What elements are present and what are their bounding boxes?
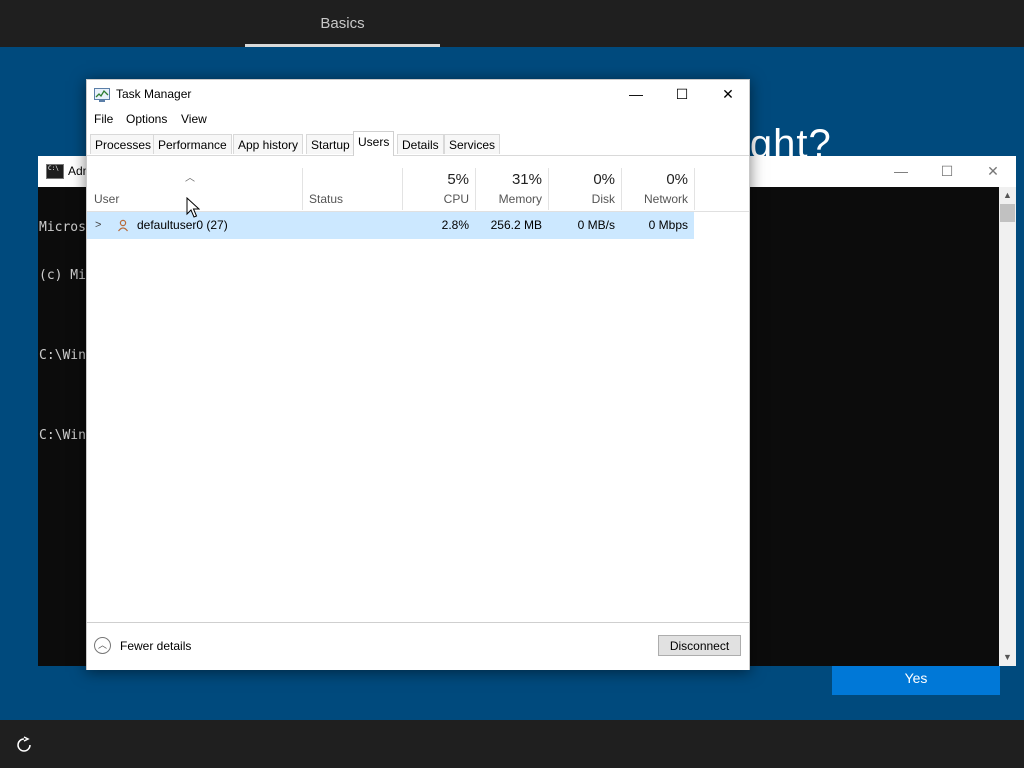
maximize-button[interactable]: ☐ <box>659 80 705 109</box>
oobe-bottom-bar <box>0 720 1024 768</box>
console-scrollbar[interactable] <box>999 187 1016 666</box>
accessibility-icon[interactable] <box>14 734 34 754</box>
scroll-down-arrow-icon[interactable]: ▼ <box>999 649 1016 666</box>
mouse-cursor-icon <box>186 197 200 218</box>
oobe-top-bar: Basics <box>0 0 1024 47</box>
tab-basics[interactable]: Basics <box>245 0 440 47</box>
column-divider[interactable] <box>694 168 695 210</box>
console-maximize-button[interactable]: ☐ <box>924 156 970 187</box>
column-divider[interactable] <box>548 168 549 210</box>
tab-startup[interactable]: Startup <box>306 134 355 154</box>
column-divider[interactable] <box>621 168 622 210</box>
row-disk: 0 MB/s <box>577 218 615 232</box>
memory-percent[interactable]: 31% <box>479 171 542 188</box>
task-manager-footer: ︿ Fewer details Disconnect <box>87 622 749 670</box>
disconnect-button[interactable]: Disconnect <box>658 635 741 656</box>
chevron-right-icon[interactable]: > <box>95 219 101 231</box>
column-cpu[interactable]: CPU <box>407 192 469 206</box>
column-memory[interactable]: Memory <box>479 192 542 206</box>
menu-options[interactable]: Options <box>126 112 167 126</box>
column-disk[interactable]: Disk <box>552 192 615 206</box>
row-user-name: defaultuser0 (27) <box>137 218 228 232</box>
row-cpu: 2.8% <box>441 218 469 232</box>
task-manager-window[interactable]: Task Manager — ☐ ✕ File Options View Pro… <box>86 79 750 670</box>
tab-details[interactable]: Details <box>397 134 444 154</box>
console-scroll-thumb[interactable] <box>1000 204 1015 222</box>
cpu-percent[interactable]: 5% <box>407 171 469 188</box>
column-divider[interactable] <box>302 168 303 210</box>
chevron-up-circle-icon[interactable]: ︿ <box>94 637 111 654</box>
user-icon <box>118 219 128 232</box>
sort-ascending-icon: ︿ <box>185 173 195 184</box>
console-app-icon <box>46 164 64 179</box>
column-user[interactable]: User <box>94 192 119 206</box>
close-button[interactable]: ✕ <box>705 80 751 109</box>
task-manager-app-icon <box>94 88 110 102</box>
tab-users[interactable]: Users <box>353 131 395 156</box>
minimize-button[interactable]: — <box>613 80 659 109</box>
column-network[interactable]: Network <box>625 192 688 206</box>
column-status[interactable]: Status <box>309 192 343 206</box>
menu-view[interactable]: View <box>181 112 207 126</box>
column-divider[interactable] <box>475 168 476 210</box>
tab-app-history[interactable]: App history <box>233 134 304 154</box>
row-memory: 256.2 MB <box>490 218 542 232</box>
menu-bar: File Options View <box>87 109 749 130</box>
network-percent[interactable]: 0% <box>625 171 688 188</box>
column-divider[interactable] <box>402 168 403 210</box>
row-network: 0 Mbps <box>648 218 688 232</box>
scroll-up-arrow-icon[interactable]: ▲ <box>999 187 1016 204</box>
disk-percent[interactable]: 0% <box>552 171 615 188</box>
menu-file[interactable]: File <box>94 112 113 126</box>
console-close-button[interactable]: ✕ <box>970 156 1016 187</box>
tab-performance[interactable]: Performance <box>153 134 232 154</box>
tab-services[interactable]: Services <box>444 134 501 154</box>
tab-basics-underline <box>245 44 440 47</box>
window-title: Task Manager <box>116 87 192 101</box>
tab-strip: Processes Performance App history Startu… <box>87 131 749 156</box>
table-row[interactable]: > defaultuser0 (27) 2.8% 256.2 MB 0 MB/s… <box>87 212 694 239</box>
console-minimize-button[interactable]: — <box>878 156 924 187</box>
tab-processes[interactable]: Processes <box>90 134 157 154</box>
fewer-details-link[interactable]: Fewer details <box>120 639 191 653</box>
task-manager-titlebar[interactable]: Task Manager — ☐ ✕ <box>87 80 749 109</box>
